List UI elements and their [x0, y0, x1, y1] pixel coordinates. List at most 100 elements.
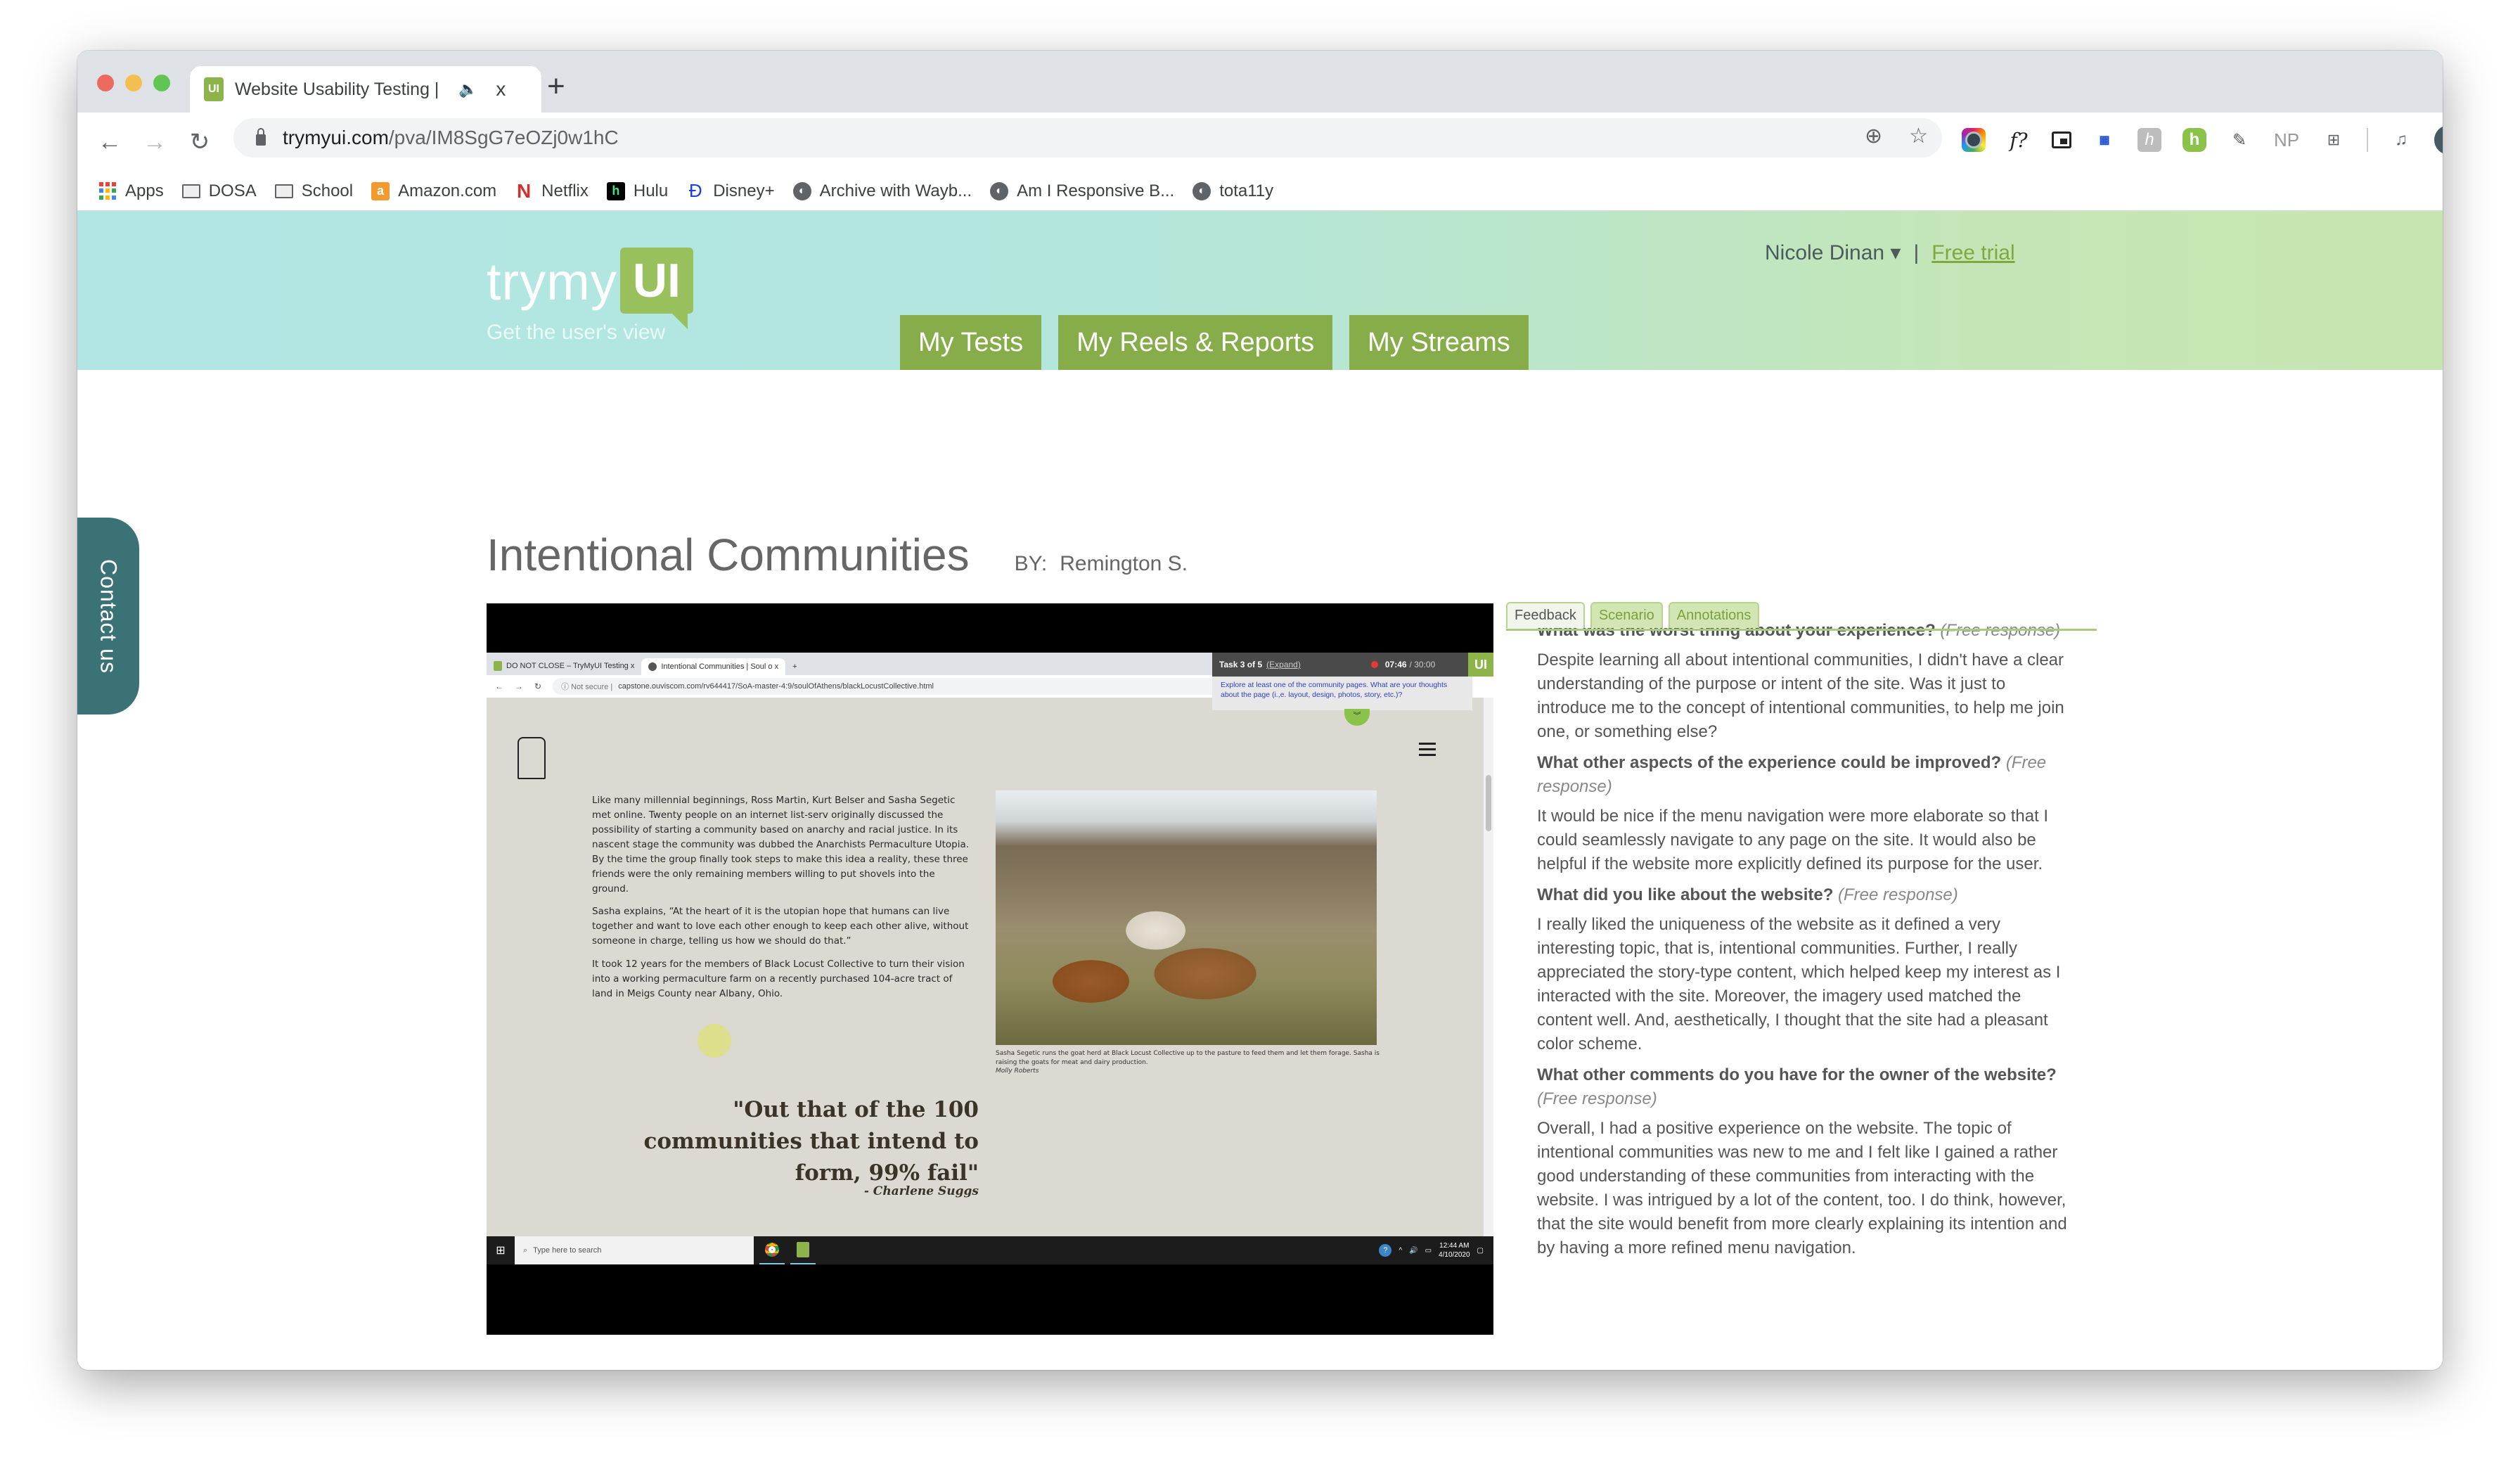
- font-finder-extension-icon[interactable]: f?: [2007, 128, 2031, 152]
- session-video-player[interactable]: DO NOT CLOSE – TryMyUI Testing x Intenti…: [487, 603, 1493, 1335]
- feedback-tabs: Feedback Scenario Annotations: [1506, 602, 1760, 628]
- user-menu-dropdown[interactable]: Nicole Dinan ▾: [1765, 241, 1901, 265]
- h-extension-icon[interactable]: h: [2138, 128, 2161, 152]
- bookmark-label: tota11y: [1219, 181, 1274, 200]
- tab-scenario[interactable]: Scenario: [1590, 602, 1663, 628]
- recorded-tab: DO NOT CLOSE – TryMyUI Testing x: [487, 657, 641, 675]
- bookmark-apps[interactable]: Apps: [98, 181, 164, 201]
- bookmark-am-i-responsive[interactable]: ◐ Am I Responsive B...: [990, 181, 1174, 201]
- bookmark-disney[interactable]: Ð Disney+: [686, 180, 775, 201]
- browser-window: UI Website Usability Testing | 🔈 x + ← →…: [77, 51, 2443, 1370]
- recording-dot-icon: [1370, 661, 1378, 668]
- bookmark-label: Hulu: [633, 181, 669, 200]
- bookmarks-bar: Apps DOSA School a Amazon.com N Netflix …: [77, 172, 2443, 211]
- color-lens-extension-icon[interactable]: [1962, 128, 1986, 152]
- globe-icon: ◐: [990, 181, 1009, 200]
- feedback-content[interactable]: What was the worst thing about your expe…: [1537, 613, 2071, 1267]
- notifications-icon: ▢: [1477, 1246, 1484, 1255]
- search-icon: ⌕: [523, 1245, 528, 1255]
- disney-icon: Ð: [688, 180, 702, 201]
- maximize-window-button[interactable]: [153, 75, 170, 91]
- apps-grid-extension-icon[interactable]: ⊞: [2322, 128, 2346, 152]
- url-path: /pva/IM8SgG7eOZj0w1hC: [388, 127, 619, 148]
- tab-feedback[interactable]: Feedback: [1506, 602, 1585, 628]
- browser-tab-active[interactable]: UI Website Usability Testing | 🔈 x: [190, 66, 541, 113]
- recorded-screen: DO NOT CLOSE – TryMyUI Testing x Intenti…: [487, 653, 1493, 1236]
- contact-us-tab[interactable]: Contact us: [77, 518, 139, 714]
- photo-caption: Sasha Segetic runs the goat herd at Blac…: [996, 1049, 1389, 1076]
- nav-my-streams[interactable]: My Streams: [1349, 315, 1529, 370]
- bookmark-tota11y[interactable]: ◐ tota11y: [1192, 181, 1273, 201]
- by-label: BY:: [1014, 552, 1048, 575]
- reload-icon[interactable]: ↻: [177, 128, 222, 156]
- trymyui-logo[interactable]: trymy UI Get the user's view: [487, 248, 693, 344]
- page-content: trymy UI Get the user's view My Tests My …: [77, 211, 2443, 1370]
- bookmark-amazon[interactable]: a Amazon.com: [371, 181, 496, 201]
- tab-close-icon[interactable]: x: [496, 78, 506, 101]
- recorded-tab-title: DO NOT CLOSE – TryMyUI Testing x: [506, 662, 635, 670]
- not-secure-label: ⓘ Not secure |: [561, 683, 613, 691]
- speaker-icon[interactable]: 🔈: [458, 80, 477, 98]
- back-arrow-icon[interactable]: ←: [87, 129, 132, 156]
- new-tab-button[interactable]: +: [547, 69, 565, 104]
- recorded-tab-active: Intentional Communities | Soul o x: [641, 658, 786, 675]
- task-expand-link: (Expand): [1266, 660, 1301, 669]
- separator: |: [1913, 241, 1920, 264]
- feedback-answer: Despite learning all about intentional c…: [1537, 651, 2064, 741]
- recorded-scrollbar: [1484, 698, 1493, 1236]
- free-trial-link[interactable]: Free trial: [1931, 241, 2014, 265]
- recorded-url: capstone.ouviscom.com/rv644417/SoA-maste…: [618, 682, 934, 691]
- back-arrow-icon: ←: [495, 681, 503, 691]
- bookmark-dosa[interactable]: DOSA: [181, 181, 257, 201]
- bookmark-label: School: [301, 181, 354, 200]
- nav-my-reels-reports[interactable]: My Reels & Reports: [1058, 315, 1333, 370]
- bookmark-star-icon[interactable]: ☆: [1909, 124, 1928, 148]
- profile-avatar[interactable]: N: [2434, 125, 2443, 155]
- folder-icon: [181, 184, 200, 198]
- bookmark-wayback[interactable]: ◐ Archive with Wayb...: [792, 181, 972, 201]
- bookmark-label: Apps: [125, 181, 164, 200]
- hover-extension-icon[interactable]: h: [2182, 128, 2206, 152]
- feedback-item: What was the worst thing about your expe…: [1537, 619, 2071, 744]
- address-bar[interactable]: trymyui.com/pva/IM8SgG7eOZj0w1hC ⊕ ☆: [233, 118, 1942, 158]
- bookmark-netflix[interactable]: N Netflix: [515, 179, 589, 202]
- tab-annotations[interactable]: Annotations: [1668, 602, 1760, 628]
- grid-extension-icon[interactable]: ▦: [2092, 128, 2116, 152]
- feedback-answer: It would be nice if the menu navigation …: [1537, 807, 2049, 873]
- picture-in-picture-extension-icon[interactable]: [2052, 132, 2071, 148]
- eyedropper-extension-icon[interactable]: ✎: [2228, 128, 2251, 152]
- trymyui-badge-icon: UI: [1468, 653, 1493, 677]
- hulu-icon: h: [606, 181, 625, 200]
- np-extension-icon[interactable]: NP: [2272, 128, 2301, 152]
- zoom-icon[interactable]: ⊕: [1865, 124, 1882, 148]
- netflix-icon: N: [517, 179, 532, 202]
- media-controls-icon[interactable]: ♫: [2389, 128, 2413, 152]
- bookmark-label: Archive with Wayb...: [819, 181, 972, 200]
- feedback-panel: What was the worst thing about your expe…: [1506, 602, 2181, 1370]
- cursor-highlight: [698, 1024, 731, 1058]
- close-window-button[interactable]: [97, 75, 114, 91]
- reload-icon: ↻: [534, 681, 542, 691]
- minimize-window-button[interactable]: [125, 75, 142, 91]
- main-nav: My Tests My Reels & Reports My Streams: [900, 315, 1529, 370]
- trymyui-favicon-icon: [494, 661, 502, 671]
- task-label: Task 3 of 5: [1219, 660, 1263, 669]
- forward-arrow-icon[interactable]: →: [132, 129, 177, 156]
- task-total: / 30:00: [1409, 660, 1436, 669]
- trymyui-taskbar-icon: [790, 1236, 816, 1264]
- toolbar-divider: [2367, 128, 2368, 152]
- task-prompt: Explore at least one of the community pa…: [1212, 677, 1472, 710]
- bookmark-school[interactable]: School: [274, 181, 354, 201]
- forward-arrow-icon: →: [515, 681, 523, 691]
- nav-my-tests[interactable]: My Tests: [900, 315, 1042, 370]
- test-title-row: Intentional Communities BY: Remington S.: [487, 529, 1188, 581]
- feedback-item: What other aspects of the experience cou…: [1537, 751, 2071, 876]
- quote-author: - Charlene Suggs: [863, 1184, 979, 1198]
- site-header: trymy UI Get the user's view My Tests My …: [77, 211, 2443, 370]
- network-icon: ▭: [1425, 1246, 1432, 1255]
- task-elapsed: 07:46: [1384, 660, 1407, 669]
- recorded-tab-title: Intentional Communities | Soul o x: [661, 662, 779, 671]
- bookmark-hulu[interactable]: h Hulu: [606, 181, 669, 201]
- pull-quote: "Out that of the 100 communities that in…: [643, 1097, 979, 1186]
- logo-text: trymy: [487, 252, 617, 311]
